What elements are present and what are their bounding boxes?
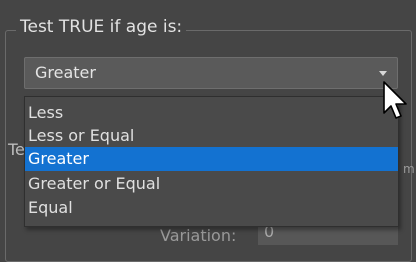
option-greater[interactable]: Greater bbox=[25, 147, 398, 171]
option-less-or-equal[interactable]: Less or Equal bbox=[25, 124, 398, 148]
group-title: Test TRUE if age is: bbox=[16, 16, 187, 38]
option-equal[interactable]: Equal bbox=[25, 196, 398, 220]
dropdown-arrow-icon[interactable] bbox=[379, 71, 387, 76]
partial-side-text: m bbox=[403, 162, 415, 176]
variation-label: Variation: bbox=[160, 226, 237, 245]
mouse-pointer-icon bbox=[383, 81, 407, 119]
age-comparison-select[interactable]: Greater bbox=[24, 57, 398, 89]
option-less[interactable]: Less bbox=[25, 101, 398, 125]
partial-label: Te bbox=[8, 140, 25, 159]
select-current-value: Greater bbox=[35, 63, 96, 82]
option-greater-or-equal[interactable]: Greater or Equal bbox=[25, 172, 398, 196]
dropdown-list: Less Less or Equal Greater Greater or Eq… bbox=[24, 96, 399, 227]
